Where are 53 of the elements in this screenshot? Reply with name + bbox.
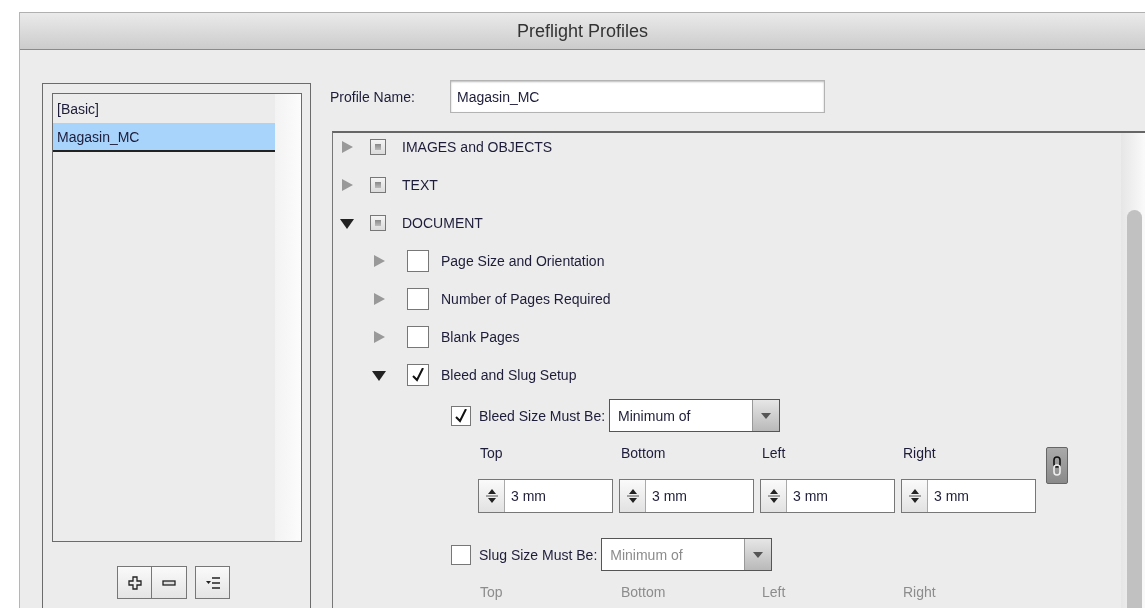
checkbox[interactable] [407, 364, 429, 386]
measurement-field[interactable]: 3 mm [478, 479, 613, 513]
measurement-field[interactable]: 3 mm [760, 479, 895, 513]
checkbox[interactable] [451, 405, 471, 426]
checkmark-icon [411, 368, 425, 382]
checkbox[interactable] [407, 288, 429, 310]
rule-label: TEXT [402, 177, 438, 193]
scrollbar[interactable] [1121, 133, 1145, 608]
column-label: Top [479, 445, 504, 463]
rule-label: Page Size and Orientation [441, 253, 605, 269]
caret-icon [753, 551, 764, 558]
stepper-icon[interactable] [626, 488, 639, 504]
profile-name-field[interactable]: Magasin_MC [450, 80, 825, 113]
caret-icon [761, 412, 772, 419]
stepper-icon[interactable] [767, 488, 780, 504]
plus-icon [127, 575, 142, 590]
column-label: Top [479, 584, 504, 602]
stepper-icon[interactable] [485, 488, 498, 504]
measurement-field[interactable]: 3 mm [619, 479, 754, 513]
column-label: Left [761, 584, 787, 602]
rule-label: DOCUMENT [402, 215, 483, 231]
checkbox[interactable] [407, 326, 429, 348]
column-label: Bottom [620, 584, 667, 602]
setting-label: Bleed Size Must Be: [479, 407, 606, 424]
menu-button[interactable] [195, 566, 230, 599]
remove-button[interactable] [152, 566, 187, 599]
dropdown[interactable]: Minimum of [609, 399, 781, 432]
add-button[interactable] [117, 566, 152, 599]
list-menu-icon [205, 575, 220, 590]
checkmark-icon [454, 408, 468, 423]
profile-item[interactable]: Magasin_MC [53, 123, 275, 152]
column-label: Right [902, 445, 937, 463]
column-label: Right [902, 584, 937, 602]
rule-label: Blank Pages [441, 329, 520, 345]
profile-item[interactable]: [Basic] [53, 96, 275, 123]
measurement-field[interactable]: 3 mm [901, 479, 1036, 513]
setting-label: Slug Size Must Be: [479, 546, 598, 563]
stepper-icon[interactable] [908, 488, 921, 504]
checkbox[interactable] [407, 250, 429, 272]
checkbox[interactable] [370, 139, 386, 155]
chain-link-icon [1052, 455, 1062, 476]
rule-label: IMAGES and OBJECTS [402, 139, 553, 155]
link-button[interactable] [1046, 447, 1068, 484]
checkbox[interactable] [370, 215, 386, 231]
profile-name-label: Profile Name: [330, 88, 416, 105]
disclosure-triangle-icon[interactable] [372, 368, 386, 382]
window-title: Preflight Profiles [516, 20, 649, 42]
checkbox[interactable] [370, 177, 386, 193]
rule-label: Number of Pages Required [441, 291, 611, 307]
column-label: Left [761, 445, 787, 463]
column-label: Bottom [620, 445, 667, 463]
rule-label: Bleed and Slug Setup [441, 367, 577, 383]
disclosure-triangle-icon[interactable] [340, 216, 354, 230]
